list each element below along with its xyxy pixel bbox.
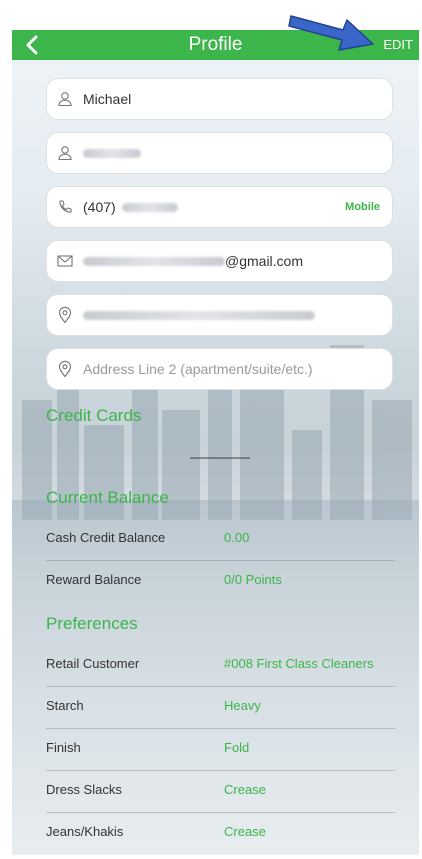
row-value: Crease [224, 824, 266, 839]
row-label: Retail Customer [46, 656, 140, 671]
row-label: Cash Credit Balance [46, 530, 166, 545]
first-name-field[interactable]: Michael [46, 78, 393, 120]
page-title: Profile [188, 34, 243, 55]
person-icon [58, 146, 72, 161]
row-value: Fold [224, 740, 250, 755]
address-line1-field[interactable] [46, 294, 393, 336]
row-label: Reward Balance [46, 572, 142, 587]
phone-prefix: (407) [83, 199, 116, 215]
email-suffix: @gmail.com [225, 253, 304, 269]
row-value: 0.00 [224, 530, 250, 545]
pref-row-finish[interactable]: Finish Fold [46, 728, 395, 771]
mail-icon [57, 255, 73, 267]
row-value: 0/0 Points [224, 572, 282, 587]
section-credit-cards: Credit Cards [46, 406, 142, 425]
email-field[interactable]: @gmail.com [46, 240, 393, 282]
row-value: #008 First Class Cleaners [224, 656, 374, 671]
phone-field[interactable]: (407) Mobile [46, 186, 393, 228]
profile-screen: Profile EDIT Michael (407) Mobile @gmail… [12, 30, 419, 855]
address-line2-field[interactable]: Address Line 2 (apartment/suite/etc.) [46, 348, 393, 390]
last-name-field[interactable] [46, 132, 393, 174]
phone-icon [59, 200, 72, 213]
section-current-balance: Current Balance [46, 488, 169, 507]
row-label: Finish [46, 740, 81, 755]
balance-row-cash: Cash Credit Balance 0.00 [46, 518, 395, 561]
credit-cards-empty: -------------------- [189, 450, 251, 464]
row-label: Jeans/Khakis [46, 824, 124, 839]
edit-button[interactable]: EDIT [383, 37, 413, 52]
location-pin-icon [58, 306, 72, 324]
phone-type-label: Mobile [345, 201, 380, 213]
redacted-last-name [83, 148, 141, 158]
row-value: Crease [224, 782, 266, 797]
person-icon [58, 92, 72, 107]
blue-arrow-icon [288, 15, 374, 51]
row-value: Heavy [224, 698, 261, 713]
row-label: Dress Slacks [46, 782, 122, 797]
pref-row-retail-customer[interactable]: Retail Customer #008 First Class Cleaner… [46, 644, 395, 687]
chevron-left-icon[interactable] [18, 32, 48, 58]
section-preferences: Preferences [46, 614, 138, 633]
row-label: Starch [46, 698, 84, 713]
pref-row-jeans-khakis[interactable]: Jeans/Khakis Crease [46, 812, 395, 854]
balance-row-reward: Reward Balance 0/0 Points [46, 560, 395, 602]
address-line2-placeholder: Address Line 2 (apartment/suite/etc.) [83, 361, 313, 377]
pref-row-starch[interactable]: Starch Heavy [46, 686, 395, 729]
location-pin-icon [58, 360, 72, 378]
pref-row-dress-slacks[interactable]: Dress Slacks Crease [46, 770, 395, 813]
redacted-address [83, 310, 315, 320]
redacted-email [83, 256, 225, 266]
first-name-value: Michael [83, 91, 132, 107]
redacted-phone [121, 202, 178, 212]
